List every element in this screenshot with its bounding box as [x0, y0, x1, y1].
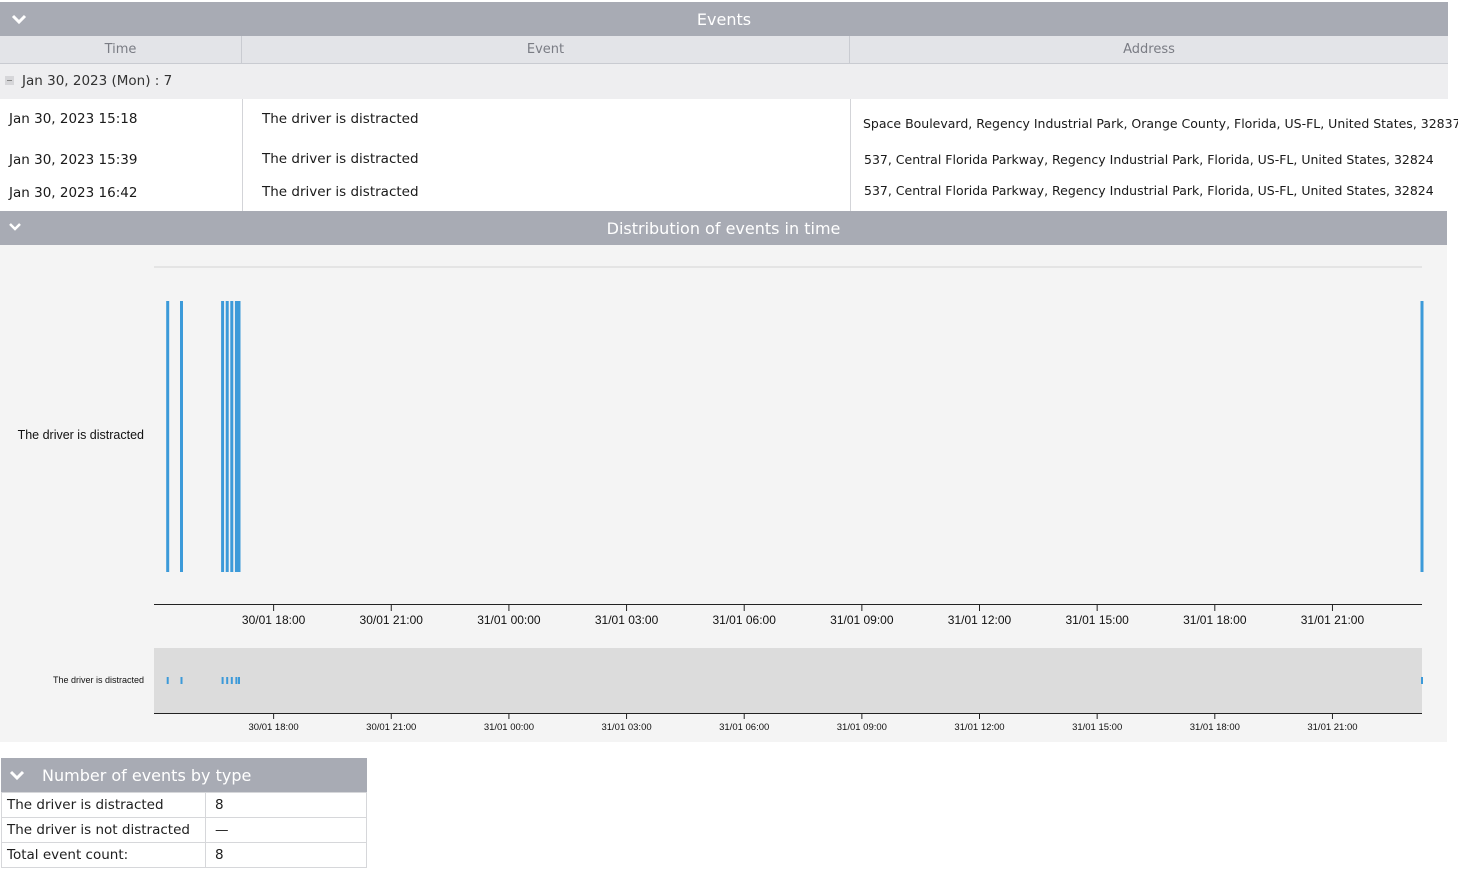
- count-label: The driver is not distracted: [1, 817, 206, 843]
- overview-tick-label: 31/01 15:00: [1072, 722, 1122, 733]
- overview-tick-label: 30/01 18:00: [249, 722, 299, 733]
- row-event: The driver is distracted: [262, 184, 419, 200]
- tick-label: 31/01 03:00: [595, 613, 659, 627]
- tick-label: 31/01 06:00: [713, 613, 777, 627]
- tick-label: 31/01 12:00: [948, 613, 1012, 627]
- overview-tick-label: 31/01 18:00: [1190, 722, 1240, 733]
- column-header-event[interactable]: Event: [242, 36, 850, 63]
- row-event: The driver is distracted: [262, 111, 419, 127]
- count-value: 8: [205, 792, 367, 818]
- overview-event-bar: [180, 677, 183, 684]
- events-table-header: Time Event Address: [0, 36, 1448, 64]
- column-header-address[interactable]: Address: [850, 36, 1448, 63]
- overview-event-bar: [221, 677, 224, 684]
- chevron-down-icon[interactable]: [8, 768, 26, 782]
- row-time: Jan 30, 2023 15:18: [9, 111, 138, 127]
- overview-tick-label: 31/01 06:00: [719, 722, 769, 733]
- chart-row-label: The driver is distracted: [18, 428, 144, 442]
- count-row: The driver is distracted 8: [1, 792, 367, 818]
- events-panel-title: Events: [696, 10, 752, 29]
- distribution-chart: The driver is distracted 30/01 18:00 30/0…: [18, 266, 1424, 733]
- event-bar[interactable]: [230, 301, 234, 572]
- overview-event-bar: [230, 677, 233, 684]
- group-row[interactable]: Jan 30, 2023 (Mon) : 7: [0, 64, 1448, 99]
- overview-tick-label: 31/01 00:00: [484, 722, 534, 733]
- row-event: The driver is distracted: [262, 151, 419, 167]
- overview-tick-label: 31/01 09:00: [837, 722, 887, 733]
- overview-event-bar: [235, 677, 238, 684]
- count-table: The driver is distracted 8 The driver is…: [1, 792, 367, 868]
- event-bar[interactable]: [234, 301, 238, 572]
- overview-tick-label: 31/01 21:00: [1307, 722, 1357, 733]
- row-address: 537, Central Florida Parkway, Regency In…: [864, 152, 1434, 167]
- tick-label: 30/01 18:00: [242, 613, 306, 627]
- overview-row-label: The driver is distracted: [53, 675, 144, 685]
- overview-tick-label: 31/01 03:00: [601, 722, 651, 733]
- row-time: Jan 30, 2023 15:39: [9, 152, 138, 168]
- collapse-group-icon[interactable]: [5, 76, 14, 85]
- tick-label: 31/01 18:00: [1183, 613, 1247, 627]
- event-bar[interactable]: [166, 301, 170, 572]
- overview-tick-label: 30/01 21:00: [366, 722, 416, 733]
- row-address: Space Boulevard, Regency Industrial Park…: [863, 116, 1458, 131]
- event-bar[interactable]: [225, 301, 229, 572]
- tick-label: 31/01 15:00: [1065, 613, 1129, 627]
- tick-label: 31/01 21:00: [1301, 613, 1365, 627]
- count-label: The driver is distracted: [1, 792, 206, 818]
- event-bar[interactable]: [237, 301, 241, 572]
- tick-label: 30/01 21:00: [360, 613, 424, 627]
- count-label: Total event count:: [1, 842, 206, 868]
- distribution-panel-header: Distribution of events in time: [0, 211, 1447, 245]
- distribution-panel-title: Distribution of events in time: [606, 219, 841, 238]
- event-bar[interactable]: [180, 301, 183, 572]
- overview-event-bar: [166, 677, 169, 684]
- group-label: Jan 30, 2023 (Mon) : 7: [22, 73, 173, 89]
- count-panel-title: Number of events by type: [42, 766, 252, 785]
- column-divider: [850, 99, 851, 211]
- overview-tick-label: 31/01 12:00: [954, 722, 1004, 733]
- tick-label: 31/01 00:00: [477, 613, 541, 627]
- count-panel-header: Number of events by type: [1, 758, 367, 792]
- row-address: 537, Central Florida Parkway, Regency In…: [864, 183, 1434, 198]
- events-panel-header: Events: [0, 2, 1448, 36]
- overview-event-bar: [238, 677, 240, 684]
- main-event-bars: [166, 301, 1424, 572]
- overview-event-bar: [1421, 677, 1423, 684]
- column-divider: [242, 99, 243, 211]
- column-header-time[interactable]: Time: [0, 36, 242, 63]
- row-time: Jan 30, 2023 16:42: [9, 185, 138, 201]
- count-value: —: [205, 817, 367, 843]
- count-row: The driver is not distracted —: [1, 817, 367, 843]
- overview-navigator[interactable]: [154, 648, 1422, 713]
- overview-x-ticks: 30/01 18:00 30/01 21:00 31/01 00:00 31/01 0…: [249, 713, 1358, 733]
- count-row: Total event count: 8: [1, 842, 367, 868]
- overview-event-bar: [226, 677, 229, 684]
- event-bar[interactable]: [221, 301, 225, 572]
- event-bar[interactable]: [1420, 301, 1424, 572]
- count-value: 8: [205, 842, 367, 868]
- main-x-ticks: 30/01 18:00 30/01 21:00 31/01 00:00 31/01 0…: [242, 604, 1365, 627]
- tick-label: 31/01 09:00: [830, 613, 894, 627]
